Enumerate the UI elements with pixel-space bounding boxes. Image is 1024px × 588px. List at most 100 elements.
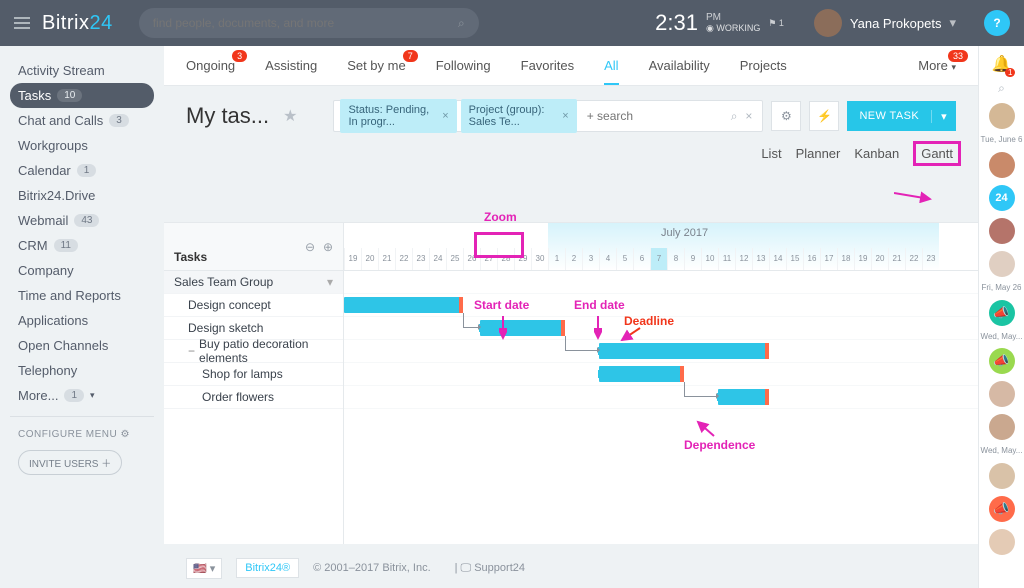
user-menu[interactable]: Yana Prokopets ▾	[814, 9, 956, 37]
sidebar-item[interactable]: CRM11	[10, 233, 154, 258]
zoom-in-icon[interactable]: ⊕	[323, 240, 333, 254]
rail-bitrix24-icon[interactable]: 24	[989, 185, 1015, 211]
sidebar-item[interactable]: Open Channels	[10, 333, 154, 358]
task-tabs: Ongoing3 Assisting Set by me7 Following Favo…	[164, 46, 978, 86]
view-planner[interactable]: Planner	[796, 146, 841, 161]
rail-avatar[interactable]	[989, 463, 1015, 489]
right-rail: 🔔1 ⌕ Tue, June 6 24 Fri, May 26 📣 Wed, M…	[978, 46, 1024, 588]
annotation-box-zoom	[474, 232, 524, 258]
favorite-star-icon[interactable]: ★	[283, 106, 297, 126]
search-input[interactable]	[153, 16, 458, 30]
sidebar-item[interactable]: Time and Reports	[10, 283, 154, 308]
sidebar-item[interactable]: Company	[10, 258, 154, 283]
gantt-bar[interactable]	[599, 343, 769, 359]
filter-chip-status[interactable]: Status: Pending, In progr...×	[340, 99, 456, 133]
gantt-task-row[interactable]: Design concept	[164, 294, 343, 317]
sidebar-item[interactable]: Applications	[10, 308, 154, 333]
rail-avatar[interactable]	[989, 251, 1015, 277]
gantt-bar[interactable]	[344, 297, 463, 313]
rail-avatar[interactable]	[989, 381, 1015, 407]
time-value: 2:31	[655, 10, 698, 36]
tab-projects[interactable]: Projects	[740, 58, 787, 73]
zoom-out-icon[interactable]: ⊖	[305, 240, 315, 254]
app-logo[interactable]: Bitrix24	[42, 12, 113, 35]
settings-button[interactable]: ⚙	[771, 101, 801, 131]
sidebar: Activity StreamTasks10Chat and Calls3Wor…	[0, 46, 164, 588]
copyright: © 2001–2017 Bitrix, Inc.	[313, 562, 431, 574]
sidebar-item[interactable]: Workgroups	[10, 133, 154, 158]
sidebar-item[interactable]: Webmail43	[10, 208, 154, 233]
rail-avatar[interactable]	[989, 414, 1015, 440]
rail-avatar[interactable]	[989, 103, 1015, 129]
avatar	[814, 9, 842, 37]
bolt-button[interactable]: ⚡	[809, 101, 839, 131]
invite-users-button[interactable]: INVITE USERS ＋	[18, 450, 122, 475]
footer: 🇺🇸 ▾ Bitrix24® © 2001–2017 Bitrix, Inc. …	[164, 548, 978, 588]
help-button[interactable]: ?	[984, 10, 1010, 36]
sidebar-item[interactable]: Activity Stream	[10, 58, 154, 83]
sidebar-item[interactable]: Calendar1	[10, 158, 154, 183]
gantt-task-row[interactable]: −Buy patio decoration elements	[164, 340, 343, 363]
tab-set-by-me[interactable]: Set by me7	[347, 58, 406, 73]
filter-chip-project[interactable]: Project (group): Sales Te...×	[461, 99, 577, 133]
chevron-down-icon: ▾	[949, 15, 956, 31]
rail-avatar[interactable]	[989, 218, 1015, 244]
new-task-button[interactable]: NEW TASK ▾	[847, 101, 956, 131]
tab-availability[interactable]: Availability	[649, 58, 710, 73]
tab-favorites[interactable]: Favorites	[521, 58, 574, 73]
language-selector[interactable]: 🇺🇸 ▾	[186, 558, 222, 579]
sidebar-item[interactable]: Bitrix24.Drive	[10, 183, 154, 208]
filter-search-input[interactable]	[581, 109, 727, 123]
search-icon[interactable]: ⌕	[731, 109, 738, 124]
annotation-arrow	[894, 183, 934, 203]
gantt-task-list: Sales Team Group▾Design conceptDesign sk…	[164, 271, 344, 544]
gantt-group-row[interactable]: Sales Team Group▾	[164, 271, 343, 294]
bitrix24-link[interactable]: Bitrix24®	[236, 558, 299, 578]
remove-chip-icon[interactable]: ×	[442, 110, 448, 122]
gantt-zoom-controls[interactable]: ⊖ ⊕	[294, 235, 344, 259]
tab-ongoing[interactable]: Ongoing3	[186, 58, 235, 73]
view-kanban[interactable]: Kanban	[854, 146, 899, 161]
view-switcher: List Planner Kanban Gantt	[164, 146, 978, 171]
filter-bar[interactable]: Status: Pending, In progr...× Project (g…	[333, 100, 763, 132]
gantt-bars-area[interactable]	[344, 271, 978, 544]
tab-more[interactable]: More ▾33	[918, 58, 956, 73]
gantt-timeline-header: July 2017 192021222324252627282930123456…	[344, 223, 978, 270]
search-icon[interactable]: ⌕	[458, 16, 465, 31]
gantt-task-row[interactable]: Order flowers	[164, 386, 343, 409]
rail-announce-icon[interactable]: 📣	[989, 300, 1015, 326]
main-area: Ongoing3 Assisting Set by me7 Following Favo…	[164, 46, 978, 588]
gantt-bar[interactable]	[480, 320, 565, 336]
new-task-dropdown[interactable]: ▾	[931, 110, 956, 123]
remove-chip-icon[interactable]: ×	[562, 110, 568, 122]
global-search[interactable]: ⌕	[139, 8, 479, 38]
view-list[interactable]: List	[761, 146, 781, 161]
gantt-bar[interactable]	[718, 389, 769, 405]
sidebar-item[interactable]: Chat and Calls3	[10, 108, 154, 133]
rail-announce-icon[interactable]: 📣	[989, 496, 1015, 522]
support-link[interactable]: Support24	[474, 562, 525, 574]
clock-widget[interactable]: 2:31 PM ◉ WORKING ⚑ 1	[655, 10, 784, 36]
view-gantt[interactable]: Gantt	[913, 141, 961, 166]
rail-search-icon[interactable]: ⌕	[998, 81, 1005, 96]
sidebar-item[interactable]: More...1 ▾	[10, 383, 154, 408]
clear-filters-icon[interactable]: ×	[741, 109, 756, 123]
page-title: My tas...	[186, 103, 269, 129]
sidebar-item[interactable]: Tasks10	[10, 83, 154, 108]
user-name: Yana Prokopets	[850, 16, 942, 31]
gantt-task-row[interactable]: Shop for lamps	[164, 363, 343, 386]
menu-icon[interactable]	[14, 14, 30, 32]
top-header: Bitrix24 ⌕ 2:31 PM ◉ WORKING ⚑ 1 Yana Pr…	[0, 0, 1024, 46]
filter-row: My tas... ★ Status: Pending, In progr...…	[164, 86, 978, 146]
sidebar-item[interactable]: Telephony	[10, 358, 154, 383]
rail-avatar[interactable]	[989, 152, 1015, 178]
gantt-bar[interactable]	[599, 366, 684, 382]
gantt-chart: Tasks July 2017 192021222324252627282930…	[164, 222, 978, 544]
configure-menu[interactable]: CONFIGURE MENU ⚙	[10, 425, 154, 444]
tab-assisting[interactable]: Assisting	[265, 58, 317, 73]
rail-avatar[interactable]	[989, 529, 1015, 555]
notifications-icon[interactable]: 🔔1	[992, 54, 1012, 74]
tab-following[interactable]: Following	[436, 58, 491, 73]
rail-announce-icon[interactable]: 📣	[989, 348, 1015, 374]
tab-all[interactable]: All	[604, 58, 618, 73]
